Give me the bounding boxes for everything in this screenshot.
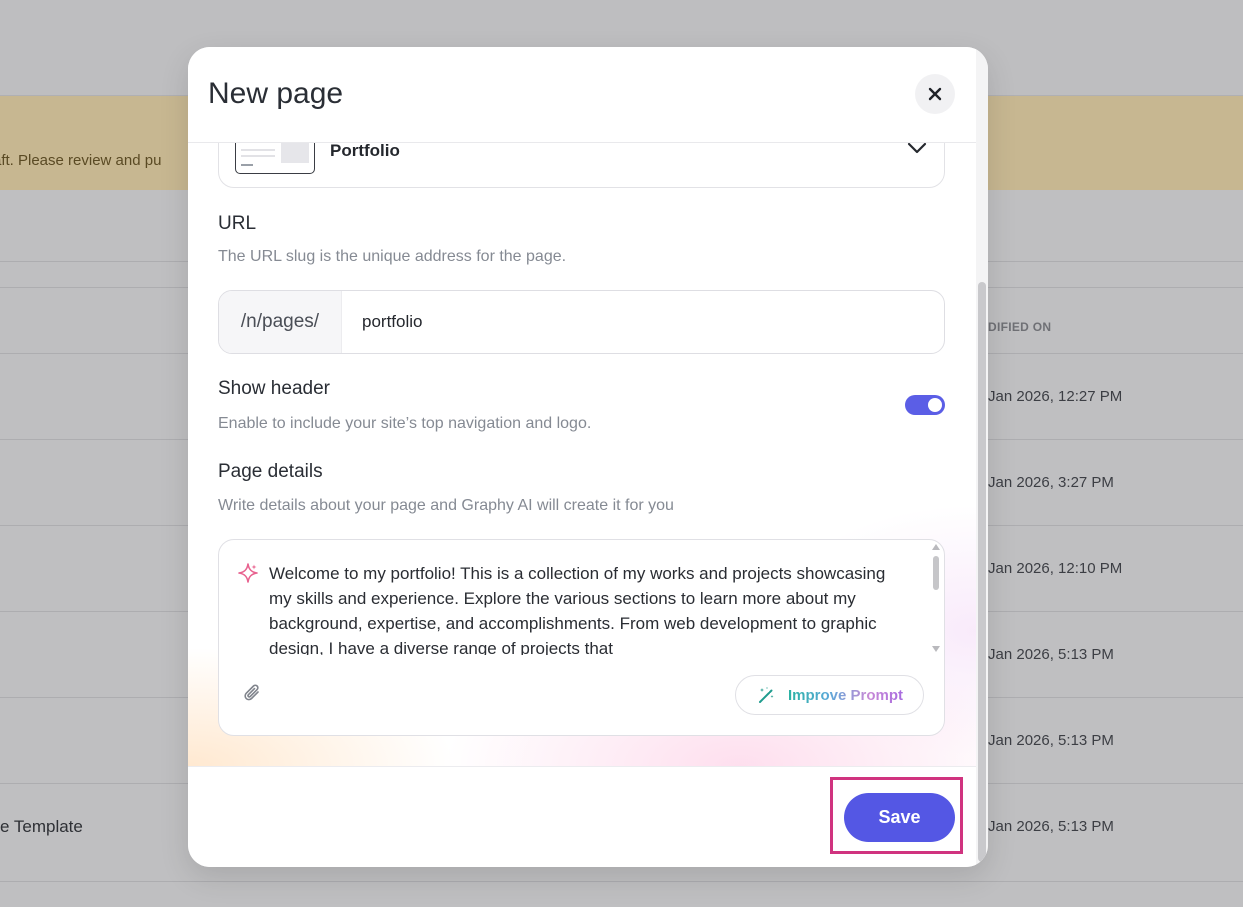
url-prefix: /n/pages/ (219, 291, 342, 353)
url-label: URL (218, 213, 257, 234)
url-slug-input[interactable] (343, 291, 943, 353)
modal-title: New page (208, 77, 344, 110)
url-help-text: The URL slug is the unique address for t… (218, 248, 567, 265)
modal-footer: Save (188, 766, 976, 867)
textarea-scrollbar[interactable] (930, 542, 942, 654)
table-cell-title: e Template (0, 817, 83, 836)
improve-prompt-button[interactable]: Improve Prompt (735, 675, 924, 715)
template-label: Portfolio (330, 141, 400, 160)
modal-scrollbar[interactable] (976, 47, 988, 867)
table-cell-date: Jan 2026, 5:13 PM (988, 646, 1114, 663)
show-header-toggle[interactable] (905, 395, 945, 415)
magic-wand-icon (759, 687, 774, 703)
page-details-textarea[interactable]: Welcome to my portfolio! This is a colle… (269, 561, 909, 655)
page-details-help-text: Write details about your page and Graphy… (218, 497, 674, 514)
close-button[interactable] (915, 74, 955, 114)
url-field-group: /n/pages/ (218, 290, 945, 354)
table-cell-date: Jan 2026, 5:13 PM (988, 818, 1114, 835)
divider (0, 881, 1243, 882)
table-cell-date: Jan 2026, 12:27 PM (988, 388, 1123, 405)
table-cell-date: Jan 2026, 5:13 PM (988, 732, 1114, 749)
modal-scrollbar-thumb[interactable] (978, 282, 986, 862)
column-header-modified-on: DIFIED ON (988, 320, 1052, 334)
show-header-help-text: Enable to include your site’s top naviga… (218, 415, 592, 432)
table-cell-date: Jan 2026, 3:27 PM (988, 474, 1114, 491)
toggle-knob (928, 398, 942, 412)
modal-header: New page (188, 47, 976, 143)
chevron-down-icon (907, 142, 927, 154)
show-header-label: Show header (218, 378, 330, 399)
sparkle-icon (238, 563, 258, 583)
save-button[interactable]: Save (844, 793, 955, 842)
page-details-label: Page details (218, 461, 323, 482)
textarea-scrollbar-thumb[interactable] (933, 556, 939, 590)
improve-prompt-label: Improve Prompt (788, 686, 904, 704)
paperclip-icon[interactable] (243, 683, 263, 705)
close-icon (928, 87, 942, 101)
page-details-box: Welcome to my portfolio! This is a colle… (218, 539, 945, 736)
draft-banner-text: raft. Please review and pu (0, 152, 162, 169)
new-page-modal: New page Portfolio URL The URL slug is t… (188, 47, 988, 867)
table-cell-date: Jan 2026, 12:10 PM (988, 560, 1123, 577)
